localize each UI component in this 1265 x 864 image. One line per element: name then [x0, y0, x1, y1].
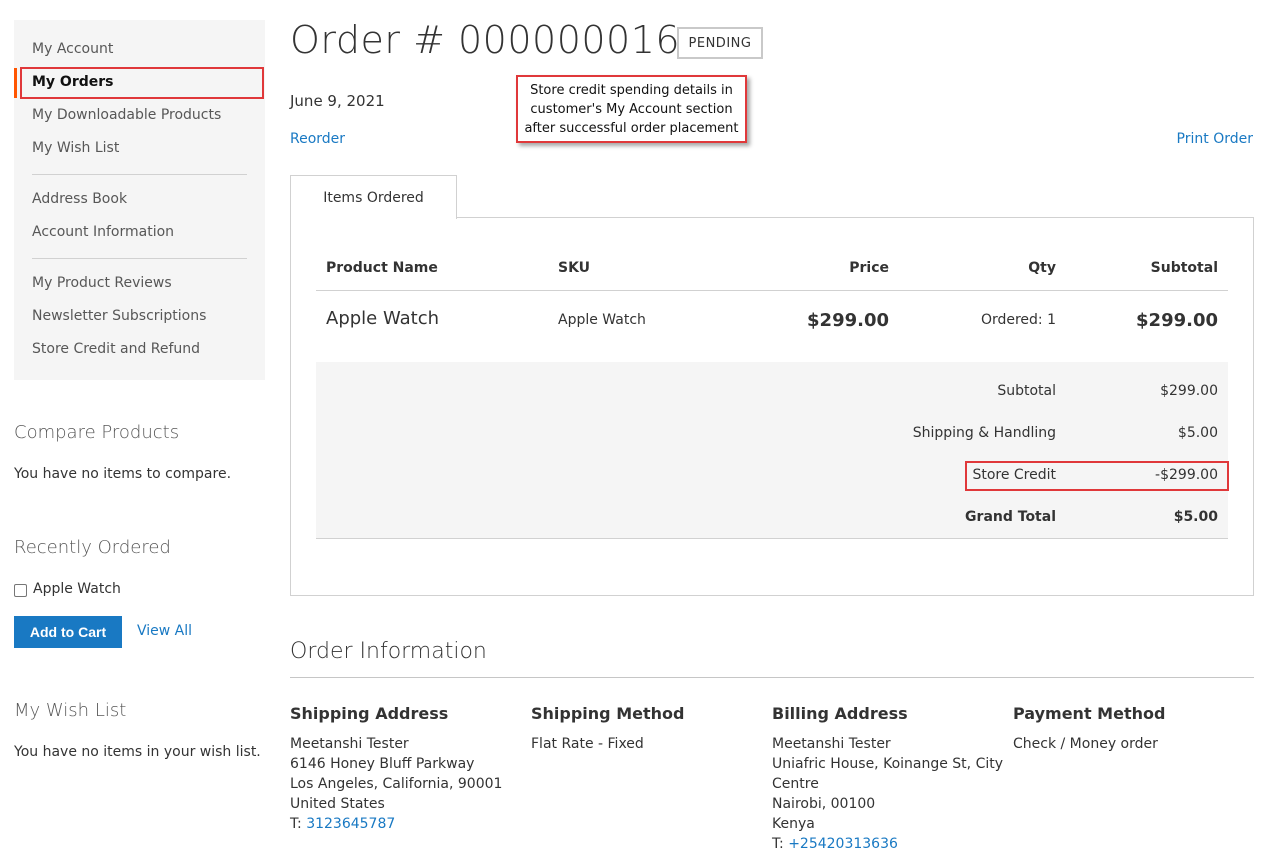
recently-ordered-title: Recently Ordered: [14, 537, 171, 558]
item-qty: Ordered: 1: [980, 312, 1056, 328]
nav-store-credit[interactable]: Store Credit and Refund: [32, 341, 200, 357]
recent-item-checkbox[interactable]: [14, 584, 27, 597]
nav-wish-list[interactable]: My Wish List: [32, 140, 119, 156]
totals-store-credit-label: Store Credit: [972, 467, 1056, 483]
item-sku: Apple Watch: [558, 312, 646, 328]
totals-subtotal-value: $299.00: [1160, 383, 1218, 399]
payment-method-value: Check / Money order: [1013, 736, 1158, 752]
shipping-method-value: Flat Rate - Fixed: [531, 736, 644, 752]
item-product-name: Apple Watch: [326, 308, 440, 329]
nav-account-information[interactable]: Account Information: [32, 224, 174, 240]
billing-address-line: Kenya: [772, 816, 815, 832]
wish-list-empty-text: You have no items in your wish list.: [14, 744, 261, 760]
shipping-address-line: United States: [290, 796, 385, 812]
nav-address-book[interactable]: Address Book: [32, 191, 127, 207]
shipping-address-line: Meetanshi Tester: [290, 736, 409, 752]
item-subtotal: $299.00: [1136, 310, 1218, 331]
wish-list-title: My Wish List: [14, 700, 127, 721]
billing-phone-link[interactable]: +25420313636: [788, 836, 898, 852]
item-price: $299.00: [807, 310, 889, 331]
billing-address-line: Centre: [772, 776, 819, 792]
page-title: Order # 000000016: [290, 18, 681, 62]
phone-prefix: T:: [772, 836, 789, 852]
callout-line: Store credit spending details in: [530, 83, 733, 98]
totals-store-credit-value: -$299.00: [1155, 467, 1218, 483]
order-totals: [316, 362, 1228, 539]
billing-address-line: Uniafric House, Koinange St, City: [772, 756, 1004, 772]
section-divider: [290, 677, 1254, 678]
shipping-address-title: Shipping Address: [290, 704, 449, 723]
totals-shipping-label: Shipping & Handling: [912, 425, 1056, 441]
callout-line: after successful order placement: [524, 121, 739, 136]
shipping-address-line: 6146 Honey Bluff Parkway: [290, 756, 475, 772]
col-header-qty: Qty: [1028, 260, 1056, 276]
shipping-method-title: Shipping Method: [531, 704, 685, 723]
current-indicator: [14, 68, 17, 98]
billing-address-line: Nairobi, 00100: [772, 796, 876, 812]
nav-my-orders[interactable]: My Orders: [32, 74, 114, 90]
shipping-address-line: Los Angeles, California, 90001: [290, 776, 503, 792]
callout-line: customer's My Account section: [530, 102, 733, 117]
annotation-callout: Store credit spending details in custome…: [516, 75, 747, 143]
col-header-sku: SKU: [558, 260, 591, 276]
compare-empty-text: You have no items to compare.: [14, 466, 232, 482]
shipping-phone: T: 3123645787: [290, 814, 395, 834]
payment-method-title: Payment Method: [1013, 704, 1166, 723]
view-all-link[interactable]: View All: [137, 623, 192, 639]
totals-subtotal-label: Subtotal: [997, 383, 1056, 399]
totals-shipping-value: $5.00: [1177, 425, 1218, 441]
billing-phone: T: +25420313636: [772, 834, 898, 854]
shipping-phone-link[interactable]: 3123645787: [306, 816, 395, 832]
order-information-title: Order Information: [290, 639, 487, 664]
table-divider: [316, 290, 1228, 291]
status-badge: PENDING: [677, 27, 763, 59]
account-nav: My Account My Orders My Downloadable Pro…: [14, 20, 265, 380]
totals-grand-total-value: $5.00: [1173, 509, 1218, 525]
recent-item-name: Apple Watch: [33, 581, 121, 597]
order-date: June 9, 2021: [290, 92, 385, 110]
nav-my-account[interactable]: My Account: [32, 41, 113, 57]
nav-product-reviews[interactable]: My Product Reviews: [32, 275, 172, 291]
col-header-subtotal: Subtotal: [1150, 260, 1218, 276]
reorder-link[interactable]: Reorder: [290, 131, 345, 147]
nav-newsletter[interactable]: Newsletter Subscriptions: [32, 308, 206, 324]
print-order-link[interactable]: Print Order: [1177, 131, 1253, 147]
col-header-price: Price: [849, 260, 889, 276]
billing-address-title: Billing Address: [772, 704, 908, 723]
phone-prefix: T:: [290, 816, 307, 832]
add-to-cart-button[interactable]: Add to Cart: [14, 616, 122, 648]
nav-divider: [32, 258, 247, 259]
nav-divider: [32, 174, 247, 175]
tab-items-ordered[interactable]: Items Ordered: [290, 175, 457, 219]
billing-address-line: Meetanshi Tester: [772, 736, 891, 752]
compare-products-title: Compare Products: [14, 422, 180, 443]
totals-grand-total-label: Grand Total: [965, 509, 1056, 525]
nav-downloadable-products[interactable]: My Downloadable Products: [32, 107, 221, 123]
col-header-product-name: Product Name: [326, 260, 438, 276]
